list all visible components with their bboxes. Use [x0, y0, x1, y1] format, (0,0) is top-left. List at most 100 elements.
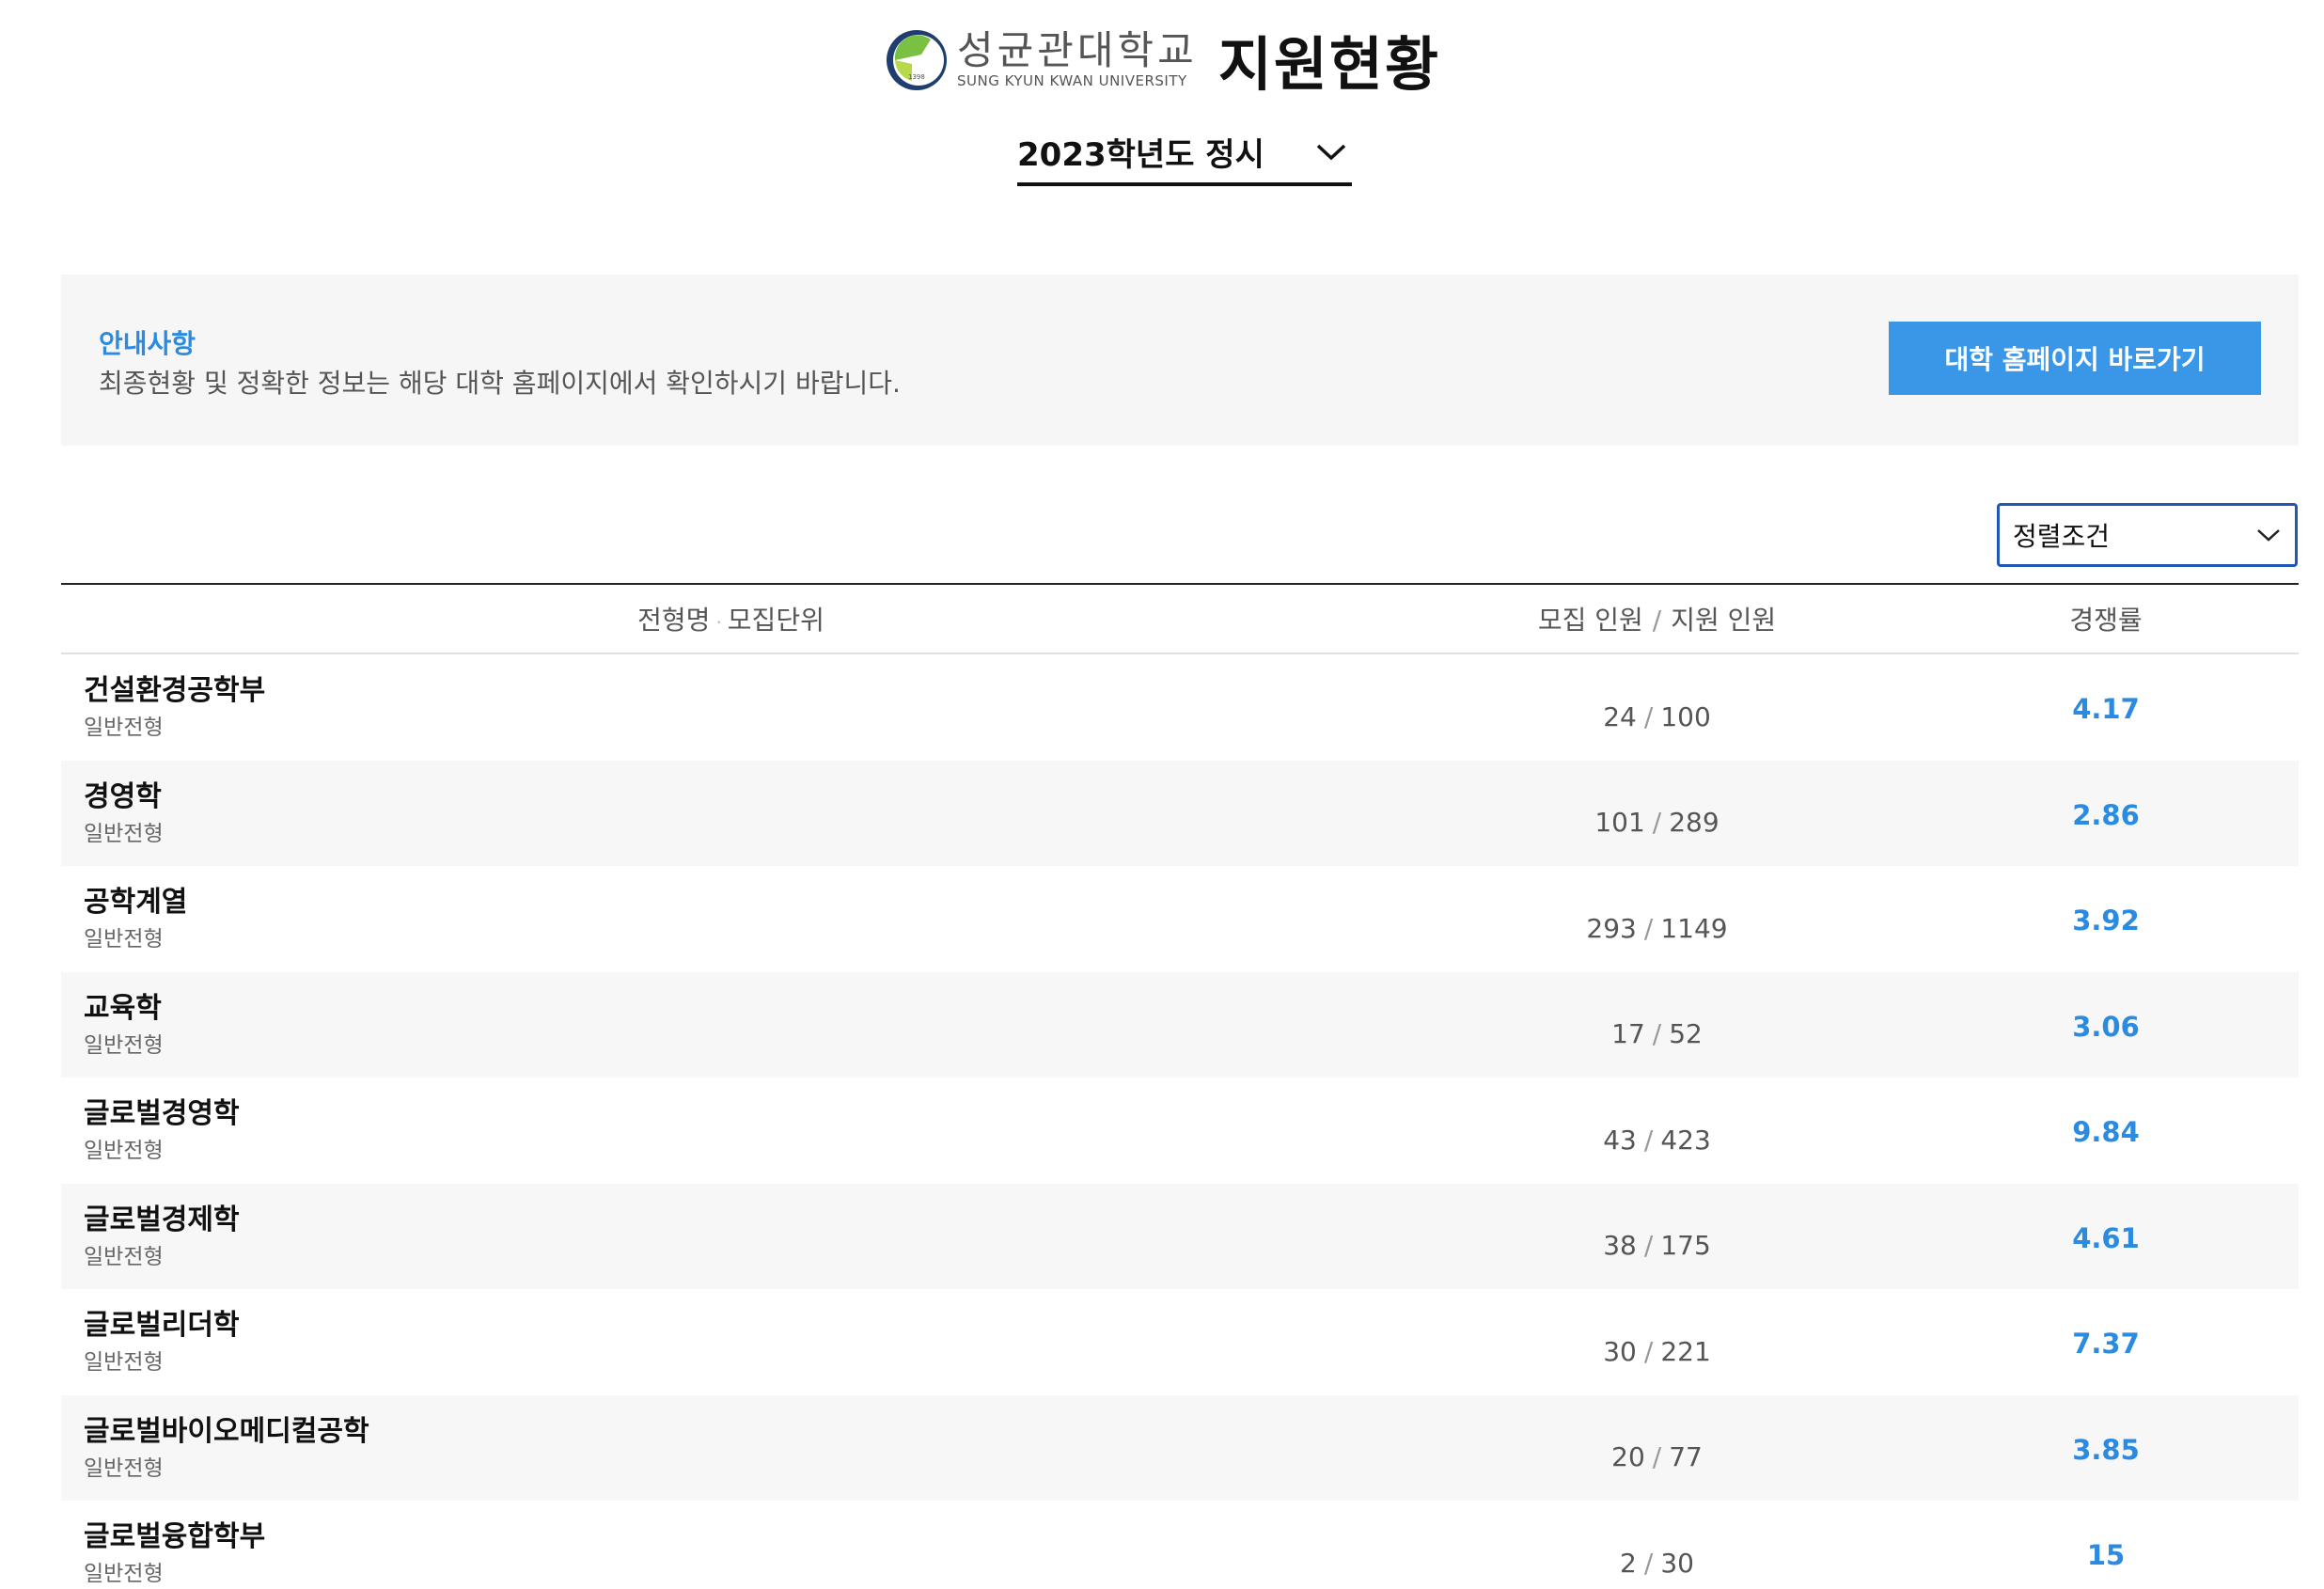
- apply-count: 100: [1660, 701, 1710, 732]
- department-name: 경영학: [84, 778, 1401, 817]
- competition-rate: 3.92: [1913, 901, 2299, 936]
- recruit-count: 38: [1603, 1230, 1637, 1261]
- department-name: 글로벌리더학: [84, 1306, 1401, 1345]
- apply-count: 1149: [1660, 913, 1727, 944]
- competition-rate: 15: [1913, 1535, 2299, 1571]
- recruit-count: 20: [1611, 1441, 1645, 1472]
- cell-count: 17 / 52: [1401, 999, 1913, 1049]
- recruit-count: 43: [1603, 1125, 1637, 1156]
- cell-count: 24/100: [1401, 683, 1913, 732]
- cell-name: 글로벌경영학일반전형: [61, 1094, 1401, 1166]
- competition-rate: 3.85: [1913, 1430, 2299, 1466]
- header-type-label: 전형명: [637, 605, 710, 636]
- recruit-count: 24: [1603, 701, 1637, 732]
- cell-name: 글로벌경제학일반전형: [61, 1201, 1401, 1272]
- table-row: 건설환경공학부일반전형24/1004.17: [61, 654, 2299, 761]
- header: 1398 성균관대학교 SUNG KYUN KWAN UNIVERSITY 지원…: [0, 17, 2324, 102]
- chevron-down-icon: [1314, 140, 1348, 163]
- table-row: 글로벌리더학일반전형30/2217.37: [61, 1289, 2299, 1395]
- count-slash: /: [1653, 1441, 1661, 1472]
- cell-name: 글로벌바이오메디컬공학일반전형: [61, 1412, 1401, 1484]
- table-body: 건설환경공학부일반전형24/1004.17경영학일반전형101/2892.86공…: [61, 654, 2299, 1589]
- admission-type: 일반전형: [84, 924, 1401, 954]
- cell-name: 교육학일반전형: [61, 989, 1401, 1061]
- header-recruit-label: 모집 인원: [1538, 605, 1643, 636]
- header-slash: /: [1653, 605, 1661, 636]
- cell-name: 건설환경공학부일반전형: [61, 671, 1401, 743]
- count-slash: /: [1644, 701, 1653, 732]
- cell-name: 공학계열일반전형: [61, 883, 1401, 954]
- competition-rate: 4.61: [1913, 1219, 2299, 1254]
- notice-box: 안내사항 최종현황 및 정확한 정보는 해당 대학 홈페이지에서 확인하시기 바…: [61, 275, 2299, 446]
- header-name: 전형명· 모집단위: [61, 600, 1401, 637]
- university-homepage-button[interactable]: 대학 홈페이지 바로가기: [1889, 322, 2261, 395]
- count-slash: /: [1644, 1230, 1653, 1261]
- count-slash: /: [1644, 1125, 1653, 1156]
- sort-select[interactable]: 정렬조건: [1997, 503, 2298, 567]
- header-dot: ·: [715, 611, 721, 634]
- count-slash: /: [1653, 807, 1661, 838]
- logo-text: 성균관대학교 SUNG KYUN KWAN UNIVERSITY: [957, 29, 1198, 89]
- apply-count: 289: [1669, 807, 1719, 838]
- year-select[interactable]: 2023학년도 정시: [1017, 120, 1352, 186]
- cell-name: 경영학일반전형: [61, 778, 1401, 849]
- header-unit-label: 모집단위: [728, 605, 824, 636]
- university-emblem-icon: 1398: [884, 23, 950, 96]
- apply-count: 175: [1660, 1230, 1710, 1261]
- department-name: 건설환경공학부: [84, 671, 1401, 711]
- header-apply-label: 지원 인원: [1671, 605, 1776, 636]
- apply-count: 30: [1660, 1548, 1694, 1579]
- count-slash: /: [1644, 1548, 1653, 1579]
- table-row: 공학계열일반전형293/11493.92: [61, 866, 2299, 972]
- department-name: 글로벌경영학: [84, 1094, 1401, 1134]
- table-row: 글로벌바이오메디컬공학일반전형 20 / 77 3.85: [61, 1395, 2299, 1502]
- chevron-down-icon: [2255, 527, 2282, 543]
- notice-text: 최종현황 및 정확한 정보는 해당 대학 홈페이지에서 확인하시기 바랍니다.: [99, 363, 901, 401]
- competition-rate: 4.17: [1913, 689, 2299, 725]
- admission-type: 일반전형: [84, 713, 1401, 743]
- department-name: 글로벌바이오메디컬공학: [84, 1412, 1401, 1452]
- logo-english: SUNG KYUN KWAN UNIVERSITY: [957, 72, 1198, 89]
- count-slash: /: [1644, 913, 1653, 944]
- svg-text:1398: 1398: [908, 73, 925, 81]
- university-logo[interactable]: 1398 성균관대학교 SUNG KYUN KWAN UNIVERSITY: [884, 23, 1198, 96]
- table-row: 글로벌경제학일반전형38/1754.61: [61, 1184, 2299, 1290]
- competition-rate: 3.06: [1913, 1007, 2299, 1043]
- apply-count: 77: [1669, 1441, 1703, 1472]
- sort-select-label: 정렬조건: [2013, 516, 2110, 554]
- notice-title: 안내사항: [99, 323, 196, 361]
- logo-korean: 성균관대학교: [957, 29, 1198, 72]
- table-row: 글로벌경영학일반전형43/4239.84: [61, 1078, 2299, 1184]
- year-select-label: 2023학년도 정시: [1017, 129, 1264, 175]
- apply-count: 52: [1669, 1018, 1703, 1049]
- cell-count: 2/30: [1401, 1529, 1913, 1579]
- cell-count: 43/423: [1401, 1106, 1913, 1156]
- department-name: 글로벌경제학: [84, 1201, 1401, 1240]
- table-header: 전형명· 모집단위 모집 인원 / 지원 인원 경쟁률: [61, 583, 2299, 654]
- table-row: 경영학일반전형 101 / 289 2.86: [61, 761, 2299, 867]
- cell-count: 38/175: [1401, 1211, 1913, 1261]
- admission-type: 일반전형: [84, 819, 1401, 849]
- cell-name: 글로벌리더학일반전형: [61, 1306, 1401, 1377]
- admission-type: 일반전형: [84, 1242, 1401, 1272]
- recruit-count: 30: [1603, 1336, 1637, 1367]
- cell-count: 101 / 289: [1401, 788, 1913, 838]
- recruit-count: 17: [1611, 1018, 1645, 1049]
- admission-type: 일반전형: [84, 1559, 1401, 1589]
- header-count: 모집 인원 / 지원 인원: [1401, 600, 1913, 637]
- apply-count: 423: [1660, 1125, 1710, 1156]
- header-rate: 경쟁률: [1913, 600, 2299, 637]
- competition-rate: 2.86: [1913, 795, 2299, 831]
- competition-rate: 9.84: [1913, 1112, 2299, 1148]
- admission-type: 일반전형: [84, 1347, 1401, 1377]
- table-row: 교육학일반전형 17 / 52 3.06: [61, 972, 2299, 1078]
- recruit-count: 2: [1620, 1548, 1637, 1579]
- recruit-count: 101: [1594, 807, 1644, 838]
- table-row: 글로벌융합학부일반전형2/3015: [61, 1501, 2299, 1589]
- page: 1398 성균관대학교 SUNG KYUN KWAN UNIVERSITY 지원…: [0, 0, 2324, 1589]
- count-slash: /: [1653, 1018, 1661, 1049]
- apply-count: 221: [1660, 1336, 1710, 1367]
- page-title: 지원현황: [1218, 17, 1440, 102]
- admission-type: 일반전형: [84, 1136, 1401, 1166]
- cell-count: 20 / 77: [1401, 1423, 1913, 1472]
